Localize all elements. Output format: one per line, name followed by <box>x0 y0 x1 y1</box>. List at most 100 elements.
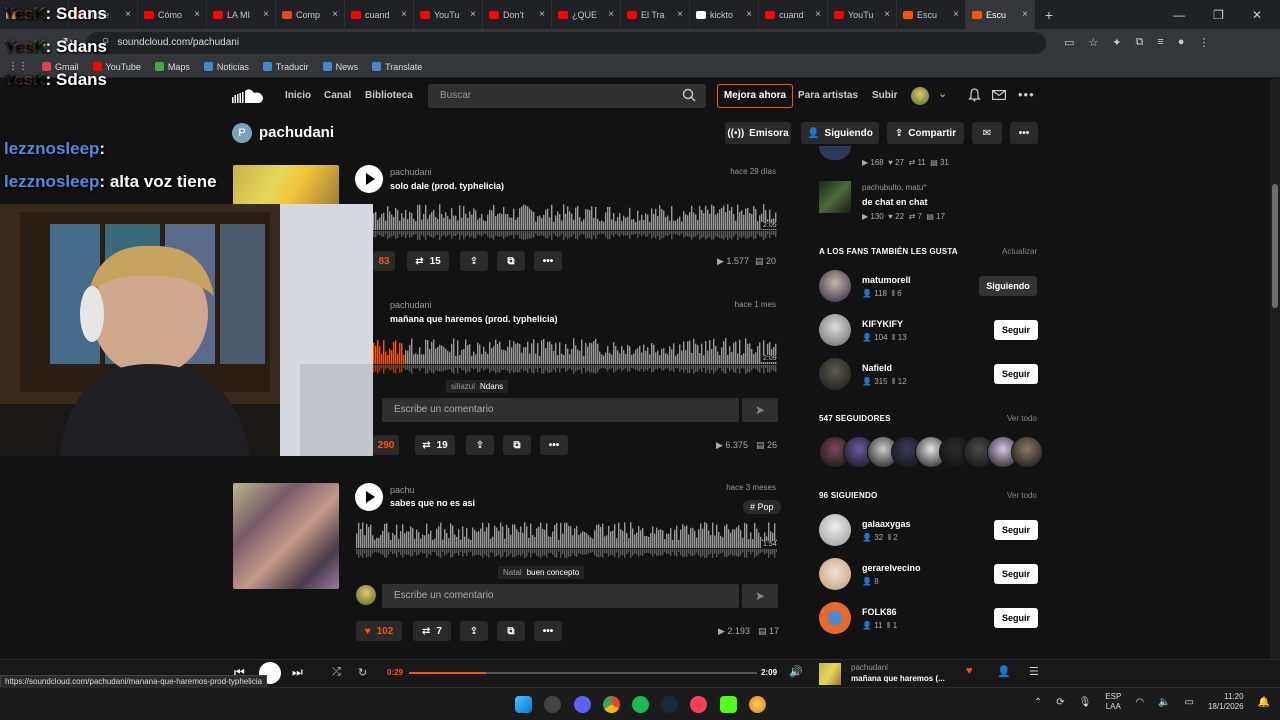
message-button[interactable]: ✉ <box>972 122 1002 144</box>
nav-for-artists[interactable]: Para artistas <box>798 90 858 101</box>
track-waveform[interactable] <box>373 338 777 374</box>
close-window-icon[interactable]: ✕ <box>1252 8 1262 22</box>
steam-icon[interactable] <box>661 696 678 713</box>
play-button[interactable] <box>355 165 383 193</box>
bookmark-item[interactable]: Traducir <box>262 62 309 72</box>
track-title[interactable]: mañana que haremos (prod. typhelicia) <box>390 314 558 324</box>
tab-close-icon[interactable]: × <box>263 9 269 20</box>
extensions-puzzle-icon[interactable]: ⧉ <box>1136 36 1144 49</box>
browser-tab[interactable]: Comp × <box>276 0 345 29</box>
taskbar-app-icon[interactable] <box>749 696 766 713</box>
repost-button[interactable]: ⇄ 15 <box>407 251 449 271</box>
media-icon[interactable]: ≡ <box>1157 36 1163 49</box>
browser-tab[interactable]: YouTu × <box>828 0 897 29</box>
tab-close-icon[interactable]: × <box>539 9 545 20</box>
tab-close-icon[interactable]: × <box>746 9 752 20</box>
user-name[interactable]: KIFYKIFY <box>862 319 903 329</box>
like-button[interactable]: ♥ 102 <box>356 621 402 641</box>
discord-icon[interactable] <box>574 696 591 713</box>
messages-mail-icon[interactable] <box>992 90 1006 100</box>
maximize-icon[interactable]: ❐ <box>1213 8 1224 22</box>
avatar[interactable] <box>819 514 851 546</box>
follow-button[interactable]: Seguir <box>994 364 1038 384</box>
comment-input[interactable]: Escribe un comentario <box>382 584 739 608</box>
user-avatar[interactable] <box>911 87 929 105</box>
share-button[interactable]: ⇪ <box>460 251 488 271</box>
track-artwork[interactable] <box>233 165 339 205</box>
track-waveform[interactable] <box>356 522 777 558</box>
track-waveform[interactable] <box>373 204 777 240</box>
follow-button[interactable]: Seguir <box>994 564 1038 584</box>
user-name[interactable]: galaaxygas <box>862 519 911 529</box>
minimize-icon[interactable]: — <box>1173 8 1185 22</box>
tab-close-icon[interactable]: × <box>470 9 476 20</box>
more-button[interactable]: ••• <box>534 621 562 641</box>
repeat-icon[interactable]: ↻ <box>358 666 367 679</box>
volume-icon[interactable]: 🔊 <box>789 665 803 678</box>
comment-input[interactable]: Escribe un comentario <box>382 398 739 422</box>
repost-button[interactable]: ⇄ 7 <box>413 621 451 641</box>
track-title[interactable]: sabes que no es asi <box>390 498 475 508</box>
copy-link-button[interactable]: ⧉ <box>497 251 525 271</box>
track-artist[interactable]: pachudani <box>390 300 432 310</box>
comment-count[interactable]: ▤ 20 <box>755 256 776 267</box>
profile-icon[interactable]: ● <box>1178 36 1185 49</box>
user-name[interactable]: Nafield <box>862 363 892 373</box>
track-artwork[interactable] <box>233 483 339 589</box>
like-button[interactable]: 83 <box>373 251 395 271</box>
search-input[interactable]: Buscar <box>428 84 706 108</box>
track-artist[interactable]: pachubulto, matu* <box>862 183 927 192</box>
tab-close-icon[interactable]: × <box>401 9 407 20</box>
more-button[interactable]: ••• <box>534 251 562 271</box>
browser-tab[interactable]: cuand × <box>345 0 414 29</box>
queue-icon[interactable]: ☰ <box>1029 665 1039 678</box>
copy-link-button[interactable]: ⧉ <box>497 621 525 641</box>
new-tab-button[interactable]: + <box>1035 7 1063 23</box>
mic-icon[interactable]: 🎙 <box>1079 697 1092 708</box>
profile-avatar[interactable]: P <box>232 123 252 143</box>
tab-close-icon[interactable]: × <box>884 9 890 20</box>
more-actions-button[interactable]: ••• <box>1010 122 1038 144</box>
taskbar-app-icon[interactable] <box>690 696 707 713</box>
user-name[interactable]: FOLK86 <box>862 607 897 617</box>
nav-feed[interactable]: Canal <box>324 90 351 101</box>
avatar[interactable] <box>819 270 851 302</box>
tab-close-icon[interactable]: × <box>815 9 821 20</box>
refresh-link[interactable]: Actualizar <box>1002 247 1037 256</box>
chrome-icon[interactable] <box>603 696 620 713</box>
avatar[interactable] <box>819 314 851 346</box>
following-button[interactable]: Siguiendo <box>979 276 1037 296</box>
scrollbar-thumb[interactable] <box>1272 184 1278 308</box>
follow-user-icon[interactable]: 👤 <box>997 665 1011 678</box>
browser-tab[interactable]: Escu × <box>897 0 966 29</box>
shuffle-icon[interactable]: ⤮ <box>332 666 341 679</box>
track-artist[interactable]: pachudani <box>390 167 432 177</box>
more-button[interactable]: ••• <box>540 435 568 455</box>
send-comment-icon[interactable]: ➤ <box>742 584 778 608</box>
now-playing-artist[interactable]: pachudani <box>851 663 888 672</box>
share-button[interactable]: ⇪ Compartir <box>887 122 964 144</box>
track-thumbnail[interactable] <box>819 181 851 213</box>
browser-tab[interactable]: kickto × <box>690 0 759 29</box>
kick-icon[interactable] <box>720 696 737 713</box>
tab-close-icon[interactable]: × <box>608 9 614 20</box>
browser-tab[interactable]: cuand × <box>759 0 828 29</box>
progress-track[interactable] <box>409 672 757 674</box>
track-thumbnail[interactable] <box>819 146 851 160</box>
taskbar-app-icon[interactable] <box>544 696 561 713</box>
view-all-followers-link[interactable]: Ver todo <box>1007 414 1037 423</box>
avatar[interactable] <box>819 602 851 634</box>
avatar[interactable] <box>819 558 851 590</box>
wifi-icon[interactable]: ◠ <box>1135 697 1144 708</box>
soundcloud-logo[interactable] <box>232 88 264 104</box>
start-windows-icon[interactable] <box>515 696 532 713</box>
volume-icon[interactable]: 🔈 <box>1158 697 1170 708</box>
tab-close-icon[interactable]: × <box>332 9 338 20</box>
browser-tab[interactable]: YouTu × <box>414 0 483 29</box>
browser-tab[interactable]: ¿QUE × <box>552 0 621 29</box>
waveform-comment[interactable]: sillazul Ndans <box>446 380 509 393</box>
tab-close-icon[interactable]: × <box>1022 9 1028 20</box>
input-language[interactable]: ESP LAA <box>1105 692 1121 712</box>
next-icon[interactable]: ⏭ <box>292 665 303 680</box>
notifications-bell-icon[interactable] <box>968 88 981 102</box>
